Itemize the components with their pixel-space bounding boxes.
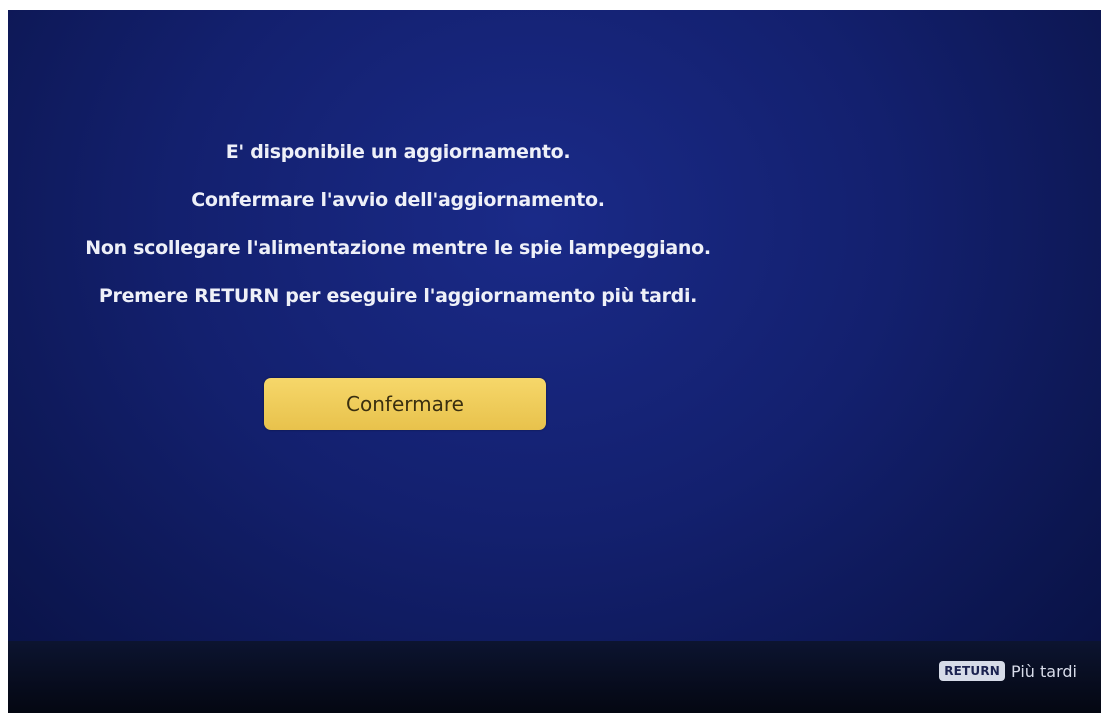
message-line-2: Confermare l'avvio dell'aggiornamento. <box>191 189 605 211</box>
return-key-icon: RETURN <box>939 661 1006 681</box>
message-line-4: Premere RETURN per eseguire l'aggiorname… <box>98 285 698 307</box>
confirm-button[interactable]: Confermare <box>264 378 546 430</box>
message-line-3: Non scollegare l'alimentazione mentre le… <box>85 237 711 259</box>
tv-screen: E' disponibile un aggiornamento. Conferm… <box>8 10 1101 713</box>
footer-bar: RETURN Più tardi <box>8 641 1101 713</box>
message-line-1: E' disponibile un aggiornamento. <box>225 141 571 163</box>
return-hint[interactable]: RETURN Più tardi <box>939 661 1077 681</box>
update-message: E' disponibile un aggiornamento. Conferm… <box>8 128 788 320</box>
later-label: Più tardi <box>1011 661 1077 681</box>
